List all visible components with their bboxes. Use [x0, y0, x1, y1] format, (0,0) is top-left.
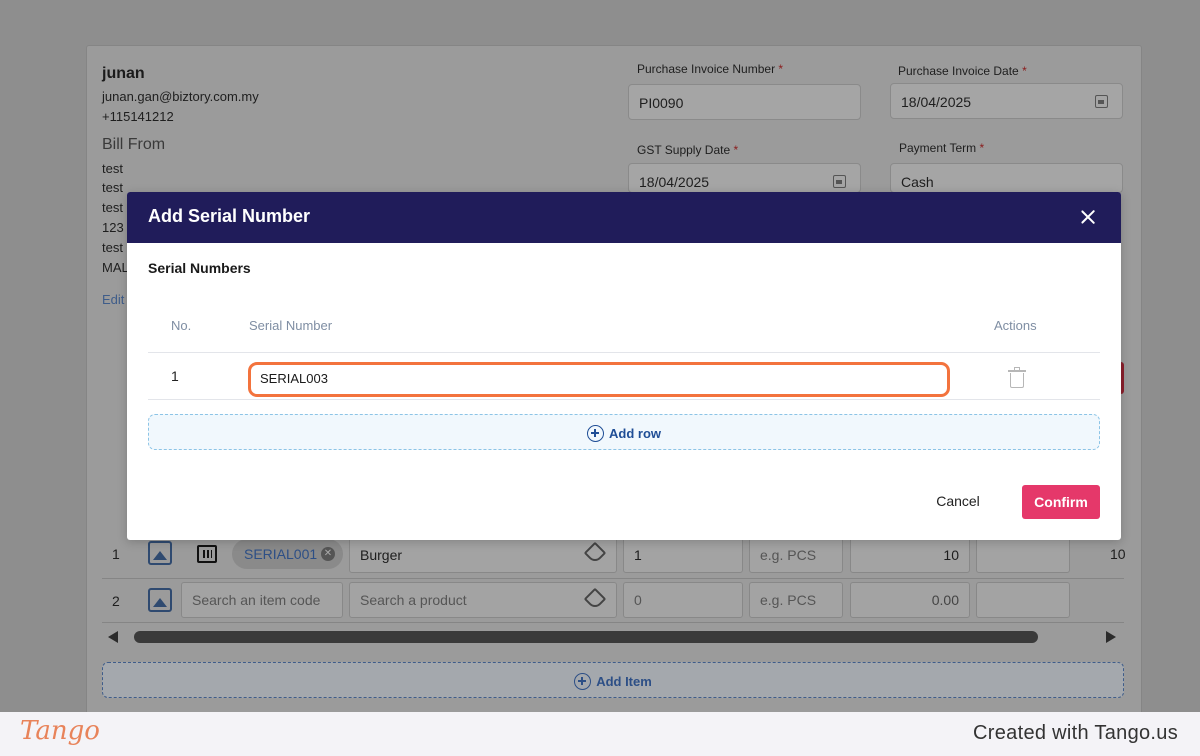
table-row-divider: [102, 622, 1124, 623]
bill-from-label: Bill From: [102, 136, 166, 153]
bill-from-line: test: [102, 180, 123, 195]
column-header-no: No.: [171, 318, 192, 333]
product-input[interactable]: Search a product: [349, 582, 617, 618]
image-icon[interactable]: [148, 541, 172, 565]
column-header-serial-number: Serial Number: [249, 318, 333, 333]
price-input[interactable]: 0.00: [850, 582, 970, 618]
add-serial-number-dialog: Add Serial Number Serial Numbers No. Ser…: [127, 192, 1121, 540]
uom-input[interactable]: e.g. PCS: [749, 582, 843, 618]
confirm-button[interactable]: Confirm: [1022, 485, 1100, 519]
serial-row-number: 1: [171, 368, 179, 384]
scroll-left-arrow-icon[interactable]: [108, 631, 118, 643]
payment-term-label: Payment Term *: [899, 141, 985, 155]
bill-from-line: test: [102, 161, 123, 176]
add-row-button[interactable]: Add row: [148, 414, 1100, 450]
gst-supply-date-label: GST Supply Date *: [637, 143, 739, 157]
barcode-icon[interactable]: [197, 545, 217, 563]
bill-from-line: MAL: [102, 260, 129, 275]
customer-name: junan: [102, 65, 145, 82]
column-header-actions: Actions: [994, 318, 1037, 333]
remove-chip-icon[interactable]: ✕: [321, 547, 335, 561]
price-input[interactable]: 10: [850, 537, 970, 573]
uom-input[interactable]: e.g. PCS: [749, 537, 843, 573]
calendar-icon[interactable]: [1095, 95, 1108, 108]
trash-icon[interactable]: [1007, 367, 1027, 389]
table-header-divider: [148, 352, 1100, 353]
scrollbar-thumb[interactable]: [134, 631, 1038, 643]
tango-logo: Tango: [20, 716, 100, 746]
bill-from-line: test: [102, 240, 123, 255]
row-total: 10: [1110, 546, 1126, 562]
dialog-header: Add Serial Number: [127, 192, 1121, 243]
item-code-input[interactable]: Search an item code: [181, 582, 343, 618]
calendar-icon[interactable]: [833, 175, 846, 188]
section-title: Serial Numbers: [148, 260, 251, 276]
gst-supply-date-input[interactable]: 18/04/2025: [628, 163, 861, 193]
discount-input[interactable]: [976, 537, 1070, 573]
quantity-input[interactable]: 1: [623, 537, 743, 573]
discount-input[interactable]: [976, 582, 1070, 618]
tango-footer: Tango Created with Tango.us: [0, 712, 1200, 756]
customer-email: junan.gan@biztory.com.my: [102, 89, 259, 104]
edit-bill-from-link[interactable]: Edit: [102, 292, 124, 307]
purchase-invoice-number-input[interactable]: PI0090: [628, 84, 861, 120]
serial-number-input[interactable]: SERIAL003: [248, 362, 950, 397]
row-number: 1: [112, 546, 120, 562]
add-item-button[interactable]: Add Item: [102, 662, 1124, 698]
purchase-invoice-date-input[interactable]: 18/04/2025: [890, 83, 1123, 119]
image-icon[interactable]: [148, 588, 172, 612]
dialog-title: Add Serial Number: [148, 206, 311, 226]
plus-circle-icon: [574, 673, 592, 690]
quantity-input[interactable]: 0: [623, 582, 743, 618]
created-with-text: Created with Tango.us: [973, 722, 1178, 744]
cancel-button[interactable]: Cancel: [925, 486, 991, 516]
row-number: 2: [112, 593, 120, 609]
product-input[interactable]: Burger: [349, 537, 617, 573]
serial-chip[interactable]: SERIAL001 ✕: [232, 539, 343, 569]
payment-term-select[interactable]: Cash: [890, 163, 1123, 193]
close-icon[interactable]: [1075, 204, 1101, 230]
table-row-divider: [102, 578, 1124, 579]
purchase-invoice-date-label: Purchase Invoice Date *: [898, 64, 1027, 78]
bill-from-line: test: [102, 200, 123, 215]
plus-circle-icon: [587, 425, 604, 442]
purchase-invoice-number-label: Purchase Invoice Number *: [637, 62, 784, 76]
table-row-divider: [148, 399, 1100, 400]
scroll-right-arrow-icon[interactable]: [1106, 631, 1116, 643]
bill-from-line: 123: [102, 220, 124, 235]
customer-phone: +115141212: [102, 109, 174, 124]
